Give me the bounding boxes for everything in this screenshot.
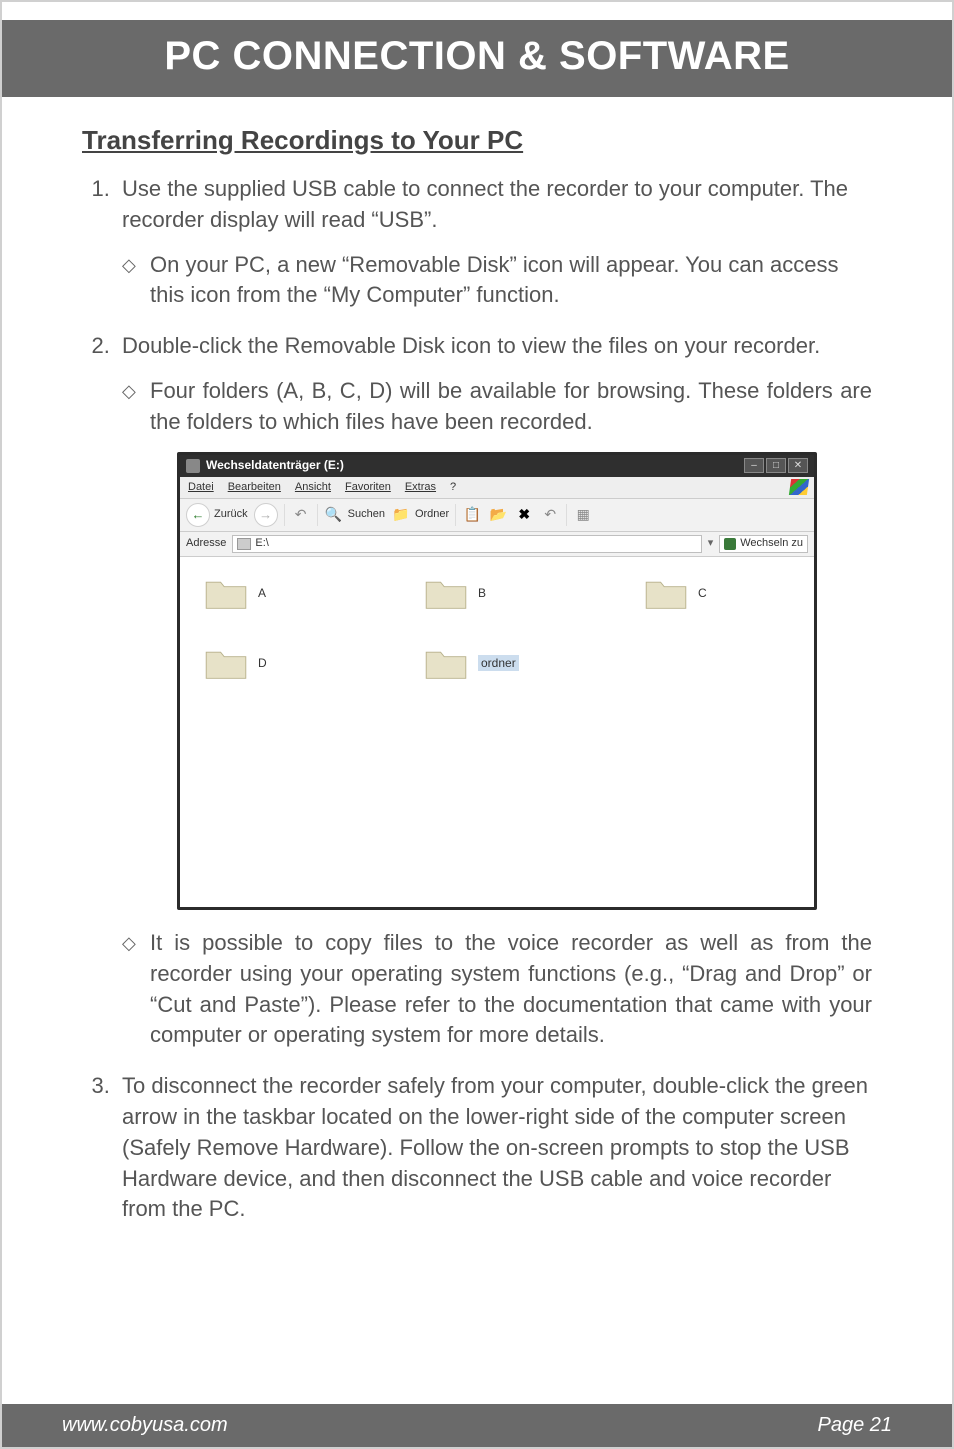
up-icon[interactable]: ↶ [291,505,311,525]
menu-file[interactable]: Datei [188,480,214,495]
views-icon[interactable]: ▦ [573,505,593,525]
sub-text: It is possible to copy files to the voic… [150,928,872,1051]
folder-d[interactable]: D [204,645,344,681]
instruction-list: Use the supplied USB cable to connect th… [82,174,872,1225]
folder-ordner[interactable]: ordner [424,645,564,681]
folder-pane[interactable]: A B C D [180,557,814,907]
drive-icon [186,459,200,473]
list-item: Double-click the Removable Disk icon to … [116,331,872,1051]
undo-icon[interactable]: ↶ [540,505,560,525]
delete-icon[interactable]: ✖ [514,505,534,525]
address-bar: Adresse E:\ ▾ Wechseln zu [180,532,814,557]
folder-a[interactable]: A [204,575,344,611]
item-text: Use the supplied USB cable to connect th… [122,176,848,232]
folder-icon [424,645,468,681]
item-text: To disconnect the recorder safely from y… [122,1073,868,1221]
sub-text: On your PC, a new “Removable Disk” icon … [150,250,872,312]
drive-glyph-icon [237,538,251,550]
menu-edit[interactable]: Bearbeiten [228,480,281,495]
sub-item: ◇ It is possible to copy files to the vo… [122,928,872,1051]
sub-item: ◇ On your PC, a new “Removable Disk” ico… [122,250,872,312]
minimize-button[interactable]: – [744,458,764,473]
page-header: PC CONNECTION & SOFTWARE [2,20,952,97]
dropdown-icon[interactable]: ▾ [708,536,714,551]
window-titlebar: Wechseldatenträger (E:) – □ ✕ [180,455,814,477]
sub-text: Four folders (A, B, C, D) will be availa… [150,376,872,438]
folders-label: Ordner [415,507,449,522]
menu-help[interactable]: ? [450,480,456,495]
go-button[interactable]: Wechseln zu [719,535,808,553]
folder-label: ordner [478,655,519,672]
back-label: Zurück [214,507,248,522]
separator [455,504,456,526]
address-value: E:\ [255,536,268,551]
folder-icon [644,575,688,611]
back-button[interactable]: ← [186,503,210,527]
search-icon[interactable]: 🔍 [324,505,344,525]
separator [284,504,285,526]
separator [317,504,318,526]
menu-view[interactable]: Ansicht [295,480,331,495]
address-label: Adresse [186,536,226,551]
footer-url: www.cobyusa.com [62,1414,228,1437]
search-label: Suchen [348,507,385,522]
windows-logo-icon [789,479,809,495]
folder-label: A [258,585,266,602]
folder-icon [204,645,248,681]
sub-item: ◇ Four folders (A, B, C, D) will be avai… [122,376,872,438]
embedded-screenshot: Wechseldatenträger (E:) – □ ✕ Datei Bear… [122,452,872,910]
folder-b[interactable]: B [424,575,564,611]
window-title: Wechseldatenträger (E:) [206,457,344,474]
close-button[interactable]: ✕ [788,458,808,473]
folder-c[interactable]: C [644,575,784,611]
folder-icon [204,575,248,611]
move-icon[interactable]: 📂 [488,505,508,525]
diamond-icon: ◇ [122,931,136,956]
folder-label: D [258,655,267,672]
go-label: Wechseln zu [740,536,803,551]
content-area: Transferring Recordings to Your PC Use t… [2,125,952,1225]
page-title: PC CONNECTION & SOFTWARE [2,34,952,79]
diamond-icon: ◇ [122,379,136,404]
section-heading: Transferring Recordings to Your PC [82,125,872,156]
go-icon [724,538,736,550]
footer-page: Page 21 [817,1414,892,1437]
list-item: Use the supplied USB cable to connect th… [116,174,872,311]
address-field[interactable]: E:\ [232,535,701,553]
folder-label: B [478,585,486,602]
folder-label: C [698,585,707,602]
copy-icon[interactable]: 📋 [462,505,482,525]
menu-bar: Datei Bearbeiten Ansicht Favoriten Extra… [180,477,814,499]
menu-favorites[interactable]: Favoriten [345,480,391,495]
diamond-icon: ◇ [122,253,136,278]
maximize-button[interactable]: □ [766,458,786,473]
forward-button[interactable]: → [254,503,278,527]
folders-icon[interactable]: 📁 [391,505,411,525]
toolbar: ← Zurück → ↶ 🔍 Suchen 📁 Ordner 📋 [180,499,814,532]
list-item: To disconnect the recorder safely from y… [116,1071,872,1225]
separator [566,504,567,526]
menu-extras[interactable]: Extras [405,480,436,495]
explorer-window: Wechseldatenträger (E:) – □ ✕ Datei Bear… [177,452,817,910]
page-footer: www.cobyusa.com Page 21 [2,1404,952,1447]
item-text: Double-click the Removable Disk icon to … [122,333,820,358]
folder-icon [424,575,468,611]
